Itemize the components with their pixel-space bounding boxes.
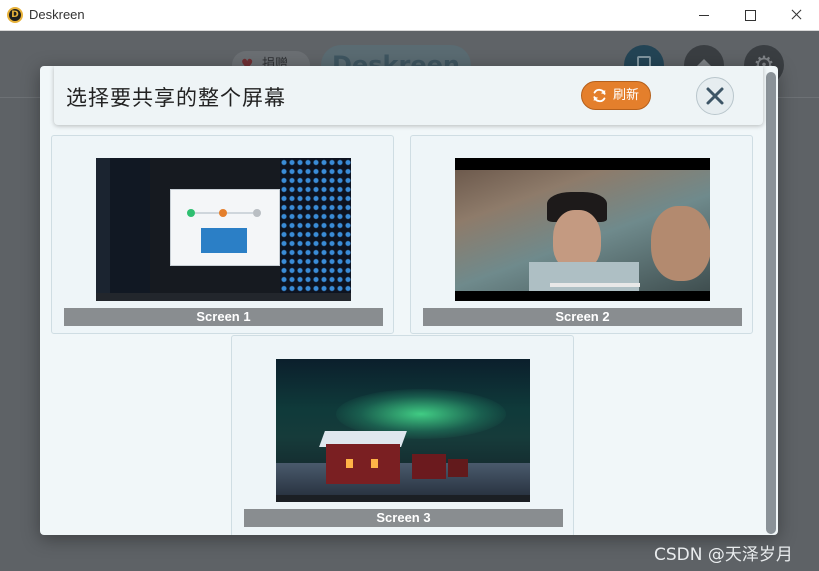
dialog-title: 选择要共享的整个屏幕: [66, 86, 286, 110]
screen-card[interactable]: Screen 3: [231, 335, 574, 535]
window-titlebar: D Deskreen: [0, 0, 819, 31]
window-close-button[interactable]: [773, 0, 819, 30]
maximize-button[interactable]: [727, 0, 773, 30]
screen-label: Screen 1: [64, 308, 383, 326]
screen-list: Screen 1 Screen 2 Screen 3: [40, 66, 778, 535]
refresh-button[interactable]: 刷新: [581, 81, 651, 110]
watermark: CSDN @天泽岁月: [654, 545, 793, 565]
screen-label: Screen 3: [244, 509, 563, 527]
window-title: Deskreen: [29, 7, 85, 22]
minimize-button[interactable]: [681, 0, 727, 30]
screen-card[interactable]: Screen 1: [51, 135, 394, 334]
screen-thumbnail: [455, 158, 710, 301]
screen-label: Screen 2: [423, 308, 742, 326]
close-icon: [706, 87, 724, 105]
refresh-icon: [593, 88, 606, 103]
screen-thumbnail: [96, 158, 351, 301]
app-logo-icon: D: [7, 7, 23, 23]
dialog-close-button[interactable]: [696, 77, 734, 115]
screen-select-dialog: Screen 1 Screen 2 Screen 3 选择要共享的整个屏幕 刷新: [40, 66, 778, 535]
screen-card[interactable]: Screen 2: [410, 135, 753, 334]
scrollbar[interactable]: [766, 72, 776, 534]
refresh-label: 刷新: [613, 88, 640, 103]
screen-thumbnail: [276, 359, 530, 502]
dialog-header: 选择要共享的整个屏幕 刷新: [54, 66, 763, 125]
